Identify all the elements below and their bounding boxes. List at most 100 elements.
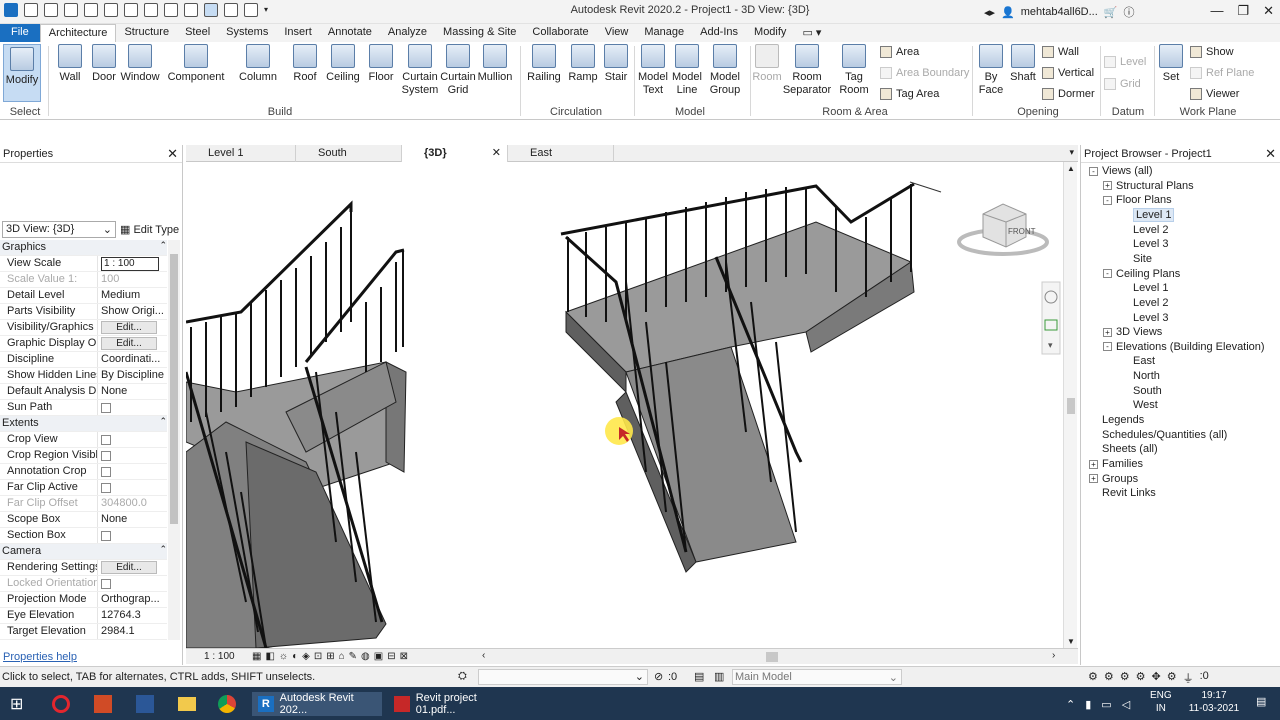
tab-view[interactable]: View	[597, 24, 637, 42]
clock[interactable]: 19:17 11-03-2021	[1182, 689, 1246, 715]
browser-item[interactable]: - Floor Plans	[1103, 194, 1172, 206]
edit-type-button[interactable]: ▦ Edit Type	[120, 223, 179, 236]
scroll-thumb[interactable]	[1067, 398, 1075, 414]
taskbar-pdf[interactable]: Revit project 01.pdf...	[388, 692, 518, 716]
browser-item[interactable]: - Views (all)	[1089, 165, 1153, 177]
viewer-button[interactable]: Viewer	[1190, 88, 1239, 100]
start-button[interactable]: ⊞	[10, 692, 23, 716]
property-edit-button[interactable]: Edit...	[101, 337, 157, 350]
property-checkbox[interactable]	[101, 483, 111, 493]
sync-icon[interactable]	[64, 3, 78, 17]
expand-icon[interactable]: +	[1089, 459, 1098, 469]
taskbar-revit[interactable]: R Autodesk Revit 202...	[252, 692, 382, 716]
tab-file[interactable]: File	[0, 24, 40, 42]
shadows-icon[interactable]: ◐	[292, 651, 298, 662]
maximize-icon[interactable]: ❐	[1237, 3, 1249, 19]
browser-item[interactable]: Level 3	[1117, 312, 1168, 324]
property-edit-button[interactable]: Edit...	[101, 321, 157, 334]
crop-region-icon[interactable]: ⊞	[326, 651, 334, 662]
property-checkbox[interactable]	[101, 531, 111, 541]
model-line-button[interactable]: Model Line	[671, 44, 703, 97]
property-edit-button[interactable]: Edit...	[101, 561, 157, 574]
property-group-label[interactable]: Camera	[0, 544, 159, 559]
collapse-icon[interactable]: ⌃	[159, 416, 167, 431]
panel-room-area[interactable]: Room & Area	[800, 106, 910, 118]
workset-icon[interactable]: ⛭	[458, 670, 467, 683]
undo-icon[interactable]	[84, 3, 98, 17]
tab-level-1[interactable]: Level 1	[186, 145, 296, 162]
property-group-label[interactable]: Extents	[0, 416, 159, 431]
open-icon[interactable]	[24, 3, 38, 17]
door-button[interactable]: Door	[90, 44, 118, 84]
notifications-icon[interactable]: ▤	[1256, 695, 1266, 708]
close-icon[interactable]: ✕	[1265, 146, 1276, 162]
property-value[interactable]: Medium	[97, 288, 167, 303]
browser-item[interactable]: Schedules/Quantities (all)	[1089, 429, 1227, 441]
hide-icon[interactable]: ✎	[349, 651, 357, 662]
word-icon[interactable]	[136, 692, 154, 716]
collapse-icon[interactable]: -	[1103, 342, 1112, 352]
browser-item[interactable]: + Groups	[1089, 473, 1138, 485]
roof-button[interactable]: Roof	[290, 44, 320, 84]
show-button[interactable]: Show	[1190, 46, 1234, 58]
browser-item[interactable]: Legends	[1089, 414, 1144, 426]
close-icon[interactable]: ✕	[1263, 3, 1274, 19]
horizontal-scroll-thumb[interactable]	[766, 652, 778, 662]
browser-item[interactable]: + Families	[1089, 458, 1143, 470]
property-value[interactable]: None	[97, 512, 167, 527]
properties-scrollbar[interactable]	[168, 240, 180, 640]
property-value[interactable]: 12764.3	[97, 608, 167, 623]
browser-item[interactable]: - Elevations (Building Elevation)	[1103, 341, 1265, 353]
render-icon[interactable]: ◈	[302, 651, 310, 662]
floor-button[interactable]: Floor	[366, 44, 396, 84]
tab-addins[interactable]: Add-Ins	[692, 24, 746, 42]
print-icon[interactable]	[124, 3, 138, 17]
stair-button[interactable]: Stair	[602, 44, 630, 84]
tab-east[interactable]: East	[508, 145, 614, 162]
tab-south[interactable]: South	[296, 145, 402, 162]
level-button[interactable]: Level	[1104, 56, 1146, 68]
column-button[interactable]: Column	[238, 44, 278, 84]
scroll-right-icon[interactable]: ›	[1052, 650, 1055, 661]
ceiling-button[interactable]: Ceiling	[326, 44, 360, 84]
browser-item[interactable]: Level 2	[1117, 224, 1168, 236]
viewport-vertical-scrollbar[interactable]: ▲ ▼	[1063, 162, 1077, 648]
modify-button[interactable]: Modify	[3, 44, 41, 102]
select-underlay-icon[interactable]: ⚙	[1104, 670, 1114, 686]
expand-icon[interactable]: +	[1103, 181, 1112, 191]
tag-area-button[interactable]: Tag Area	[880, 88, 939, 100]
browser-item[interactable]: + Structural Plans	[1103, 180, 1194, 192]
collapse-icon[interactable]: ⌃	[159, 544, 167, 559]
expand-icon[interactable]: +	[1103, 327, 1112, 337]
room-separator-button[interactable]: Room Separator	[783, 44, 831, 97]
dormer-button[interactable]: Dormer	[1042, 88, 1095, 100]
browser-item[interactable]: +3D Views	[1103, 326, 1162, 338]
minimize-icon[interactable]: —	[1210, 3, 1223, 19]
3d-viewport[interactable]: FRONT ▾	[186, 162, 1062, 648]
crop-icon[interactable]: ⊡	[314, 651, 322, 662]
ribbon-options-icon[interactable]: ▭ ▾	[794, 24, 829, 42]
property-value[interactable]: 2984.1	[97, 624, 167, 639]
tab-collaborate[interactable]: Collaborate	[524, 24, 596, 42]
measure-icon[interactable]	[144, 3, 158, 17]
search-icon[interactable]: ◂▸	[984, 6, 995, 19]
volume-icon[interactable]: ◁	[1122, 698, 1130, 711]
tab-structure[interactable]: Structure	[116, 24, 177, 42]
curtain-system-button[interactable]: Curtain System	[402, 44, 438, 97]
select-pinned-icon[interactable]: ⚙	[1120, 670, 1130, 686]
constraints-icon[interactable]: ⊠	[400, 651, 408, 662]
tabs-menu-icon[interactable]: ▾	[1069, 147, 1074, 158]
curtain-grid-button[interactable]: Curtain Grid	[440, 44, 476, 97]
browser-item[interactable]: Level 1	[1117, 282, 1168, 294]
user-icon[interactable]: 👤	[1001, 6, 1015, 19]
property-checkbox[interactable]	[101, 467, 111, 477]
tab-annotate[interactable]: Annotate	[320, 24, 380, 42]
window-button[interactable]: Window	[120, 44, 160, 84]
shaft-button[interactable]: Shaft	[1008, 44, 1038, 84]
worksets-icon[interactable]: ▣	[374, 651, 383, 662]
visual-style-icon[interactable]: ◧	[265, 651, 274, 662]
type-selector[interactable]: 3D View: {3D} ⌄	[2, 221, 116, 238]
component-button[interactable]: Component	[166, 44, 226, 84]
usb-icon[interactable]: ▮	[1085, 698, 1091, 711]
close-tab-icon[interactable]: ✕	[492, 146, 501, 159]
